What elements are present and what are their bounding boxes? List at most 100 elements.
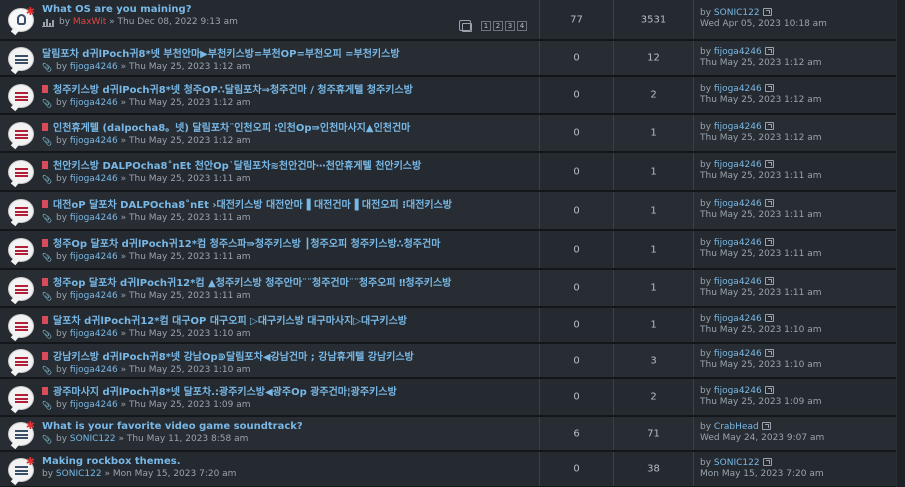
reply-count: 0: [573, 127, 580, 139]
last-poster-link[interactable]: fijoga4246: [714, 386, 762, 396]
author-link[interactable]: fijoga4246: [70, 98, 118, 108]
last-poster-link[interactable]: SONIC122: [714, 458, 760, 468]
goto-last-post-icon[interactable]: [764, 47, 774, 55]
reply-count: 0: [573, 391, 580, 403]
last-poster-link[interactable]: CrabHead: [714, 422, 759, 432]
goto-last-post-icon[interactable]: [761, 422, 771, 430]
last-post-author-line: by fijoga4246: [700, 277, 896, 288]
goto-last-post-icon[interactable]: [764, 122, 774, 130]
author-link[interactable]: fijoga4246: [70, 213, 118, 223]
topic-title-link[interactable]: Making rockbox themes.: [42, 456, 181, 467]
separator: »: [120, 365, 127, 375]
replies-cell: 0: [540, 379, 614, 415]
last-poster-link[interactable]: fijoga4246: [714, 349, 762, 359]
view-count: 1: [650, 282, 657, 294]
scrollbar[interactable]: [896, 0, 905, 487]
separator: »: [120, 62, 127, 72]
last-poster-link[interactable]: SONIC122: [714, 8, 760, 18]
last-poster-link[interactable]: fijoga4246: [714, 199, 762, 209]
topic-title-link[interactable]: 청주op 달포차 d귀lPoch귀12*컴 ▲청주키스방 청주안마¨¨청주건마¨…: [53, 274, 451, 289]
goto-last-post-icon[interactable]: [764, 314, 774, 322]
by-label: by: [56, 136, 68, 146]
author-link[interactable]: SONIC122: [56, 469, 102, 479]
view-count: 12: [647, 52, 660, 64]
topic-title-link[interactable]: 달림포차 d귀lPoch귀8*넷 부천안마▶부천키스방=부천OP=부천오피 =부…: [42, 45, 400, 60]
post-date: Thu May 25, 2023 1:10 am: [129, 365, 251, 375]
topic-title-link[interactable]: 달포차 d귀lPoch귀12*컴 대구OP 대구오피 ▷대구키스방 대구마사지▷…: [53, 312, 407, 327]
topic-title-link[interactable]: 광주마사지 d귀lPoch귀8*넷 달포차.:광주키스방◀광주Op 광주건마¦광…: [53, 383, 397, 398]
goto-last-post-icon[interactable]: [764, 277, 774, 285]
author-link[interactable]: fijoga4246: [70, 365, 118, 375]
goto-last-post-icon[interactable]: [764, 349, 774, 357]
paperclip-icon: 📎: [42, 62, 52, 72]
paperclip-icon: 📎: [42, 400, 52, 410]
separator: »: [120, 213, 127, 223]
topic-row: ✱ Making rockbox themes. by SONIC122 » Mon…: [0, 452, 896, 487]
page-link[interactable]: 2: [493, 20, 503, 31]
topic-meta: 📎 by fijoga4246 » Thu May 25, 2023 1:09 a…: [42, 400, 539, 410]
goto-last-post-icon[interactable]: [764, 238, 774, 246]
author-link[interactable]: fijoga4246: [70, 252, 118, 262]
last-post-date: Thu May 25, 2023 1:11 am: [700, 171, 822, 181]
topic-meta: 📎 by SONIC122 » Thu May 11, 2023 8:58 am: [42, 434, 539, 444]
author-link[interactable]: SONIC122: [70, 434, 116, 444]
by-label: by: [59, 17, 71, 27]
last-poster-link[interactable]: fijoga4246: [714, 314, 762, 324]
hot-topic-icon: [8, 199, 34, 223]
topic-title-link[interactable]: 청주Op 달포차 d귀lPoch귀12*컴 청주스파⇛청주키스방 ┃청주오피 청…: [53, 235, 440, 250]
attachment-tag-icon: [42, 122, 48, 131]
by-label: by: [700, 314, 712, 324]
topic-title-link[interactable]: 인천휴게텔 (dalpocha8。넷) 달림포차¨인천오피 ∶인천Op⇛인천마사…: [53, 119, 410, 134]
topic-meta: 📎 by fijoga4246 » Thu May 25, 2023 1:11 a…: [42, 291, 539, 301]
topic-title-link[interactable]: What is your favorite video game soundtr…: [42, 421, 303, 432]
topic-title-cell: 강남키스방 d귀lPoch귀8*넷 강남Op⋑달림포차◀강남건마 ; 강남휴게텔…: [42, 344, 540, 377]
paperclip-icon: 📎: [42, 365, 52, 375]
separator: »: [120, 98, 127, 108]
topic-list: ✱ What OS are you maining? by MaxWit » Thu…: [0, 0, 896, 487]
last-post-author-line: by fijoga4246: [700, 122, 896, 133]
goto-last-post-icon[interactable]: [762, 8, 772, 16]
topic-icon-cell: ✱: [0, 452, 42, 486]
topic-title-link[interactable]: 청주키스방 d귀lPoch귀8*넷 청주OP∴달림포차⇒청주건마 / 청주휴게텔…: [53, 81, 413, 96]
attachment-tag-icon: [42, 386, 48, 395]
goto-last-post-icon[interactable]: [764, 386, 774, 394]
author-link[interactable]: fijoga4246: [70, 174, 118, 184]
reply-count: 0: [573, 282, 580, 294]
paperclip-icon: 📎: [42, 136, 52, 146]
last-poster-link[interactable]: fijoga4246: [714, 47, 762, 57]
page-link[interactable]: 3: [505, 20, 515, 31]
reply-count: 77: [570, 14, 583, 25]
last-poster-link[interactable]: fijoga4246: [714, 160, 762, 170]
page-link[interactable]: 4: [517, 20, 527, 31]
author-link[interactable]: fijoga4246: [70, 329, 118, 339]
topic-icon-cell: [0, 270, 42, 306]
by-label: by: [56, 365, 68, 375]
topic-title-cell: 천안키스방 DALPOcha8˚nEt 천안Op˙달림포차≋천안건마⋯천안휴게텔…: [42, 153, 540, 190]
by-label: by: [56, 213, 68, 223]
author-link[interactable]: MaxWit: [73, 17, 106, 27]
new-star-icon: ✱: [25, 455, 35, 468]
author-link[interactable]: fijoga4246: [70, 62, 118, 72]
author-link[interactable]: fijoga4246: [70, 400, 118, 410]
attachment-tag-icon: [42, 315, 48, 324]
last-poster-link[interactable]: fijoga4246: [714, 122, 762, 132]
last-poster-link[interactable]: fijoga4246: [714, 238, 762, 248]
goto-last-post-icon[interactable]: [762, 458, 772, 466]
topic-title-link[interactable]: What OS are you maining?: [42, 4, 192, 15]
pages-icon: [459, 20, 472, 32]
author-link[interactable]: fijoga4246: [70, 291, 118, 301]
author-link[interactable]: fijoga4246: [70, 136, 118, 146]
topic-title-link[interactable]: 대전oP 달포차 DALPOcha8˚nEt ›대전키스방 대전안마▐ 대전건마…: [53, 196, 452, 211]
topic-icon-cell: [0, 192, 42, 229]
topic-title-link[interactable]: 천안키스방 DALPOcha8˚nEt 천안Op˙달림포차≋천안건마⋯천안휴게텔…: [53, 157, 421, 172]
last-poster-link[interactable]: fijoga4246: [714, 84, 762, 94]
goto-last-post-icon[interactable]: [764, 160, 774, 168]
last-post-date: Thu May 25, 2023 1:10 am: [700, 360, 822, 370]
last-poster-link[interactable]: fijoga4246: [714, 277, 762, 287]
topic-title-cell: 청주키스방 d귀lPoch귀8*넷 청주OP∴달림포차⇒청주건마 / 청주휴게텔…: [42, 77, 540, 113]
goto-last-post-icon[interactable]: [764, 84, 774, 92]
topic-title-link[interactable]: 강남키스방 d귀lPoch귀8*넷 강남Op⋑달림포차◀강남건마 ; 강남휴게텔…: [53, 348, 414, 363]
page-link[interactable]: 1: [481, 20, 491, 31]
goto-last-post-icon[interactable]: [764, 199, 774, 207]
post-date: Thu May 25, 2023 1:12 am: [129, 136, 251, 146]
